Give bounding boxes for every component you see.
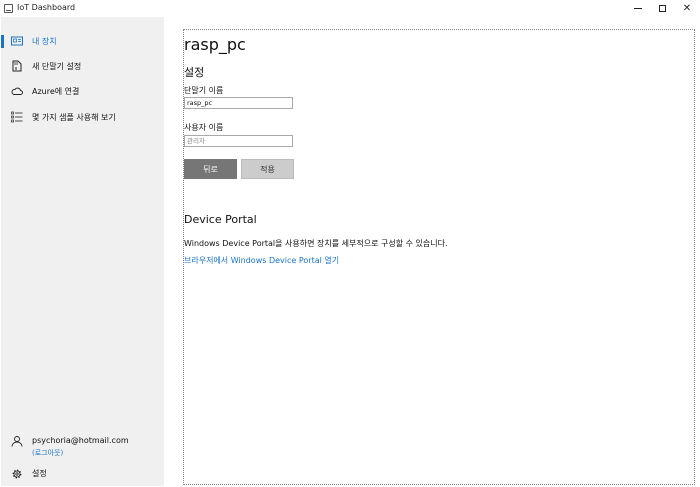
page-title: rasp_pc [184,35,246,54]
sidebar-item-my-devices[interactable]: 내 장치 [1,29,164,53]
maximize-icon [658,5,666,12]
sidebar-item-label: 몇 가지 샘플 사용해 보기 [32,112,116,122]
device-portal-heading: Device Portal [184,213,257,226]
device-icon [11,36,23,46]
device-portal-description: Windows Device Portal을 사용하면 장치를 세부적으로 구성… [184,239,448,248]
window-title: IoT Dashboard [17,3,76,12]
app-icon [4,4,13,13]
sidebar-item-setup-device[interactable]: 새 단말기 설정 [1,54,164,78]
sidebar-item-azure[interactable]: Azure에 연결 [1,79,164,103]
logout-link[interactable]: (로그아웃) [32,448,63,458]
apply-button[interactable]: 적용 [241,159,294,179]
user-email: psychoria@hotmail.com [32,436,129,445]
close-icon: ✕ [682,3,692,14]
sidebar-item-samples[interactable]: 몇 가지 샘플 사용해 보기 [1,105,164,129]
user-account: psychoria@hotmail.com (로그아웃) [1,431,164,461]
back-button[interactable]: 뒤로 [184,159,237,179]
sdcard-icon [12,60,22,72]
sidebar-item-label: 내 장치 [32,36,57,46]
minimize-icon [634,8,642,9]
device-detail-panel: rasp_pc 설정 단말기 이름 사용자 이름 뒤로 적용 Device Po… [183,29,695,485]
settings-label: 설정 [32,469,47,478]
gear-icon [12,469,22,479]
active-indicator [1,35,4,48]
device-name-label: 단말기 이름 [184,86,224,95]
close-button[interactable]: ✕ [672,0,700,17]
cloud-icon [11,87,23,95]
open-device-portal-link[interactable]: 브라우저에서 Windows Device Portal 열기 [184,255,339,266]
list-icon [11,111,23,123]
device-name-input[interactable] [184,97,293,109]
sidebar: 내 장치 새 단말기 설정 Azure에 연결 몇 가지 샘플 사용해 보기 p… [1,17,164,486]
user-icon [11,436,23,447]
title-bar: IoT Dashboard ✕ [0,0,700,17]
sidebar-item-settings[interactable]: 설정 [1,464,164,484]
username-label: 사용자 이름 [184,123,224,132]
settings-heading: 설정 [184,66,205,79]
sidebar-item-label: 새 단말기 설정 [32,61,82,71]
username-input[interactable] [184,135,293,147]
sidebar-item-label: Azure에 연결 [32,86,80,96]
